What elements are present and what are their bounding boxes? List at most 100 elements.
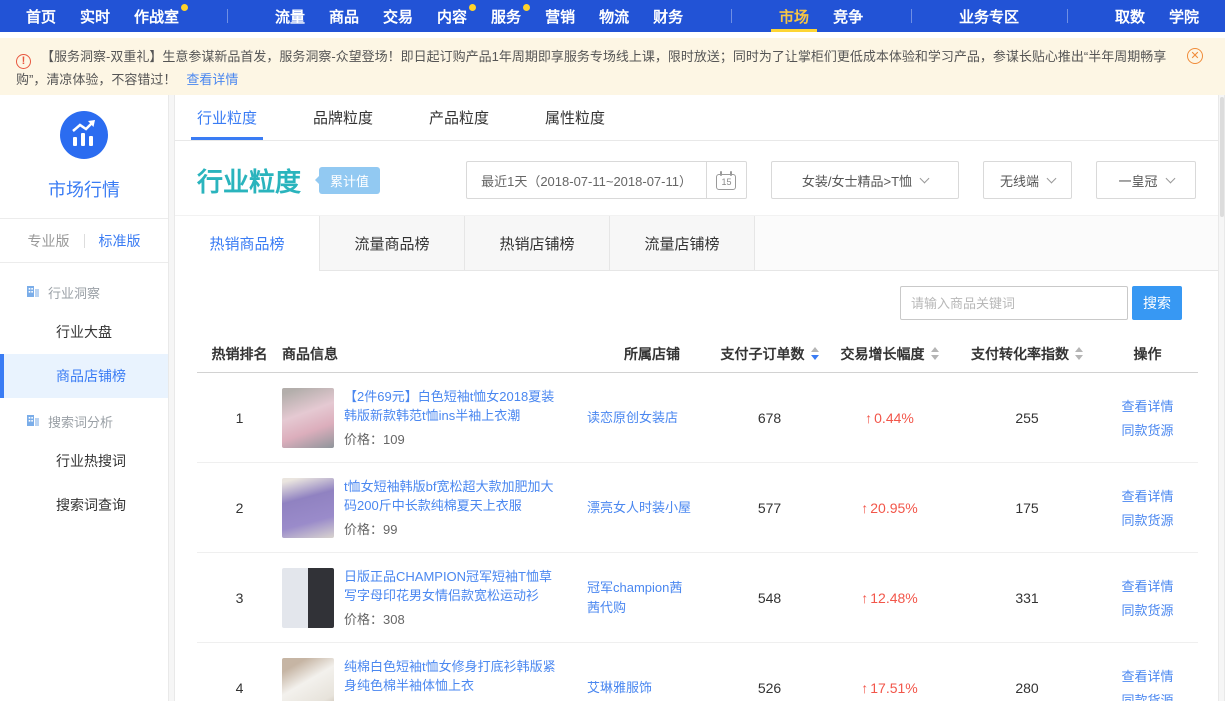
subtab-热销商品榜[interactable]: 热销商品榜 [175, 216, 320, 270]
nav-divider [227, 9, 228, 23]
column-header-action: 操作 [1097, 344, 1198, 364]
product-text: 【2件69元】白色短袖t恤女2018夏装韩版新款韩范t恤ins半袖上衣潮价格：1… [344, 387, 587, 448]
product-title-link[interactable]: 日版正品CHAMPION冠军短袖T恤草写字母印花男女情侣款宽松运动衫 [344, 567, 561, 605]
nav-item-商品[interactable]: 商品 [317, 0, 371, 32]
sort-icon[interactable] [1075, 347, 1083, 360]
product-image[interactable] [282, 388, 334, 448]
same-supply-link[interactable]: 同款货源 [1121, 600, 1173, 619]
shop-link[interactable]: 漂亮女人时装小屋 [587, 498, 717, 518]
date-range-label: 最近1天（2018-07-11~2018-07-11） [467, 162, 706, 198]
nav-item-营销[interactable]: 营销 [533, 0, 587, 32]
sidebar-item-行业热搜词[interactable]: 行业热搜词 [0, 439, 168, 483]
sort-icon[interactable] [931, 347, 939, 360]
subtab-流量商品榜[interactable]: 流量商品榜 [320, 216, 465, 270]
view-detail-link[interactable]: 查看详情 [1121, 486, 1173, 505]
column-header-growth[interactable]: 交易增长幅度 [822, 344, 957, 364]
view-detail-link[interactable]: 查看详情 [1121, 576, 1173, 595]
nav-item-服务[interactable]: 服务 [479, 0, 533, 32]
product-title-link[interactable]: t恤女短袖韩版bf宽松超大款加肥加大码200斤中长款纯棉夏天上衣服 [344, 477, 561, 515]
edition-pro[interactable]: 专业版 [14, 231, 84, 251]
tab-label: 属性粒度 [545, 107, 605, 128]
action-cell: 查看详情同款货源 [1097, 486, 1198, 529]
search-button[interactable]: 搜索 [1132, 286, 1182, 320]
notification-dot [523, 4, 530, 11]
page-scrollbar[interactable] [1218, 95, 1225, 701]
top-nav-groups: 首页实时作战室 流量商品交易内容服务营销物流财务 市场竞争 业务专区 取数学院 [14, 0, 1211, 32]
shop-link[interactable]: 艾琳雅服饰 [587, 678, 717, 698]
edition-switch: 专业版标准版 [0, 219, 168, 263]
seller-level-dropdown[interactable]: 一皇冠 [1096, 161, 1196, 199]
view-detail-link[interactable]: 查看详情 [1121, 396, 1173, 415]
subtab-filler [755, 216, 1218, 270]
menu-section-搜索词分析[interactable]: 搜索词分析 [0, 398, 168, 439]
top-nav: 首页实时作战室 流量商品交易内容服务营销物流财务 市场竞争 业务专区 取数学院 [0, 0, 1225, 32]
edition-standard[interactable]: 标准版 [85, 231, 155, 251]
calendar-button[interactable]: 15 [706, 162, 746, 198]
view-detail-link[interactable]: 查看详情 [1121, 666, 1173, 685]
nav-item-首页[interactable]: 首页 [14, 0, 68, 32]
column-header-orders[interactable]: 支付子订单数 [717, 344, 822, 364]
product-image[interactable] [282, 658, 334, 701]
nav-item-作战室[interactable]: 作战室 [122, 0, 191, 32]
sort-icon[interactable] [811, 347, 819, 360]
conversion-value: 175 [957, 500, 1097, 516]
product-image[interactable] [282, 568, 334, 628]
nav-item-竞争[interactable]: 竞争 [821, 0, 875, 32]
rank-value: 1 [197, 410, 282, 426]
app-title[interactable]: 市场行情 [0, 176, 168, 202]
rank-value: 4 [197, 680, 282, 696]
subtab-流量店铺榜[interactable]: 流量店铺榜 [610, 216, 755, 270]
sidebar-item-搜索词查询[interactable]: 搜索词查询 [0, 483, 168, 527]
granularity-tabs: 行业粒度 品牌粒度 产品粒度 属性粒度 [175, 95, 1218, 141]
sidebar-header: 市场行情 [0, 95, 168, 202]
product-image[interactable] [282, 478, 334, 538]
nav-item-交易[interactable]: 交易 [371, 0, 425, 32]
search-row: 搜索 [175, 271, 1218, 335]
sidebar-scrollbar[interactable] [168, 95, 175, 701]
sidebar-item-行业大盘[interactable]: 行业大盘 [0, 310, 168, 354]
growth-value: ↑17.51% [822, 680, 957, 696]
nav-item-业务专区[interactable]: 业务专区 [947, 0, 1031, 32]
nav-item-取数[interactable]: 取数 [1103, 0, 1157, 32]
menu-section-label: 行业洞察 [48, 283, 100, 302]
conversion-value: 280 [957, 680, 1097, 696]
same-supply-link[interactable]: 同款货源 [1121, 510, 1173, 529]
shop-link[interactable]: 冠军champion茜茜代购 [587, 578, 717, 618]
sidebar-item-商品店铺榜[interactable]: 商品店铺榜 [0, 354, 168, 398]
product-title-link[interactable]: 纯棉白色短袖t恤女修身打底衫韩版紧身纯色棉半袖体恤上衣 [344, 657, 561, 695]
category-dropdown[interactable]: 女装/女士精品>T恤 [771, 161, 959, 199]
tab-label: 品牌粒度 [313, 107, 373, 128]
table-row: 4纯棉白色短袖t恤女修身打底衫韩版紧身纯色棉半袖体恤上衣价格：88艾琳雅服饰52… [197, 643, 1198, 701]
nav-item-内容[interactable]: 内容 [425, 0, 479, 32]
product-price: 价格：308 [344, 609, 561, 628]
product-title-link[interactable]: 【2件69元】白色短袖t恤女2018夏装韩版新款韩范t恤ins半袖上衣潮 [344, 387, 561, 425]
shop-link[interactable]: 读恋原创女装店 [587, 408, 717, 428]
tab-product-granularity[interactable]: 产品粒度 [429, 95, 489, 140]
tab-label: 行业粒度 [197, 107, 257, 128]
nav-item-物流[interactable]: 物流 [587, 0, 641, 32]
nav-item-流量[interactable]: 流量 [263, 0, 317, 32]
scrollbar-thumb[interactable] [1220, 97, 1224, 217]
nav-item-市场[interactable]: 市场 [767, 0, 821, 32]
building-icon [26, 414, 40, 430]
nav-item-学院[interactable]: 学院 [1157, 0, 1211, 32]
search-input[interactable] [900, 286, 1128, 320]
nav-item-实时[interactable]: 实时 [68, 0, 122, 32]
notice-detail-link[interactable]: 查看详情 [186, 72, 238, 87]
terminal-dropdown[interactable]: 无线端 [983, 161, 1072, 199]
tab-brand-granularity[interactable]: 品牌粒度 [313, 95, 373, 140]
same-supply-link[interactable]: 同款货源 [1121, 420, 1173, 439]
nav-item-财务[interactable]: 财务 [641, 0, 695, 32]
column-header-conversion[interactable]: 支付转化率指数 [957, 344, 1097, 364]
nav-group: 市场竞争 [767, 0, 875, 32]
product-cell: 日版正品CHAMPION冠军短袖T恤草写字母印花男女情侣款宽松运动衫价格：308 [282, 567, 587, 628]
product-price: 价格：99 [344, 519, 561, 538]
close-icon[interactable]: ✕ [1187, 48, 1203, 64]
tab-attribute-granularity[interactable]: 属性粒度 [545, 95, 605, 140]
tab-industry-granularity[interactable]: 行业粒度 [197, 95, 257, 140]
subtab-热销店铺榜[interactable]: 热销店铺榜 [465, 216, 610, 270]
nav-group: 流量商品交易内容服务营销物流财务 [263, 0, 695, 32]
menu-section-行业洞察[interactable]: 行业洞察 [0, 269, 168, 310]
same-supply-link[interactable]: 同款货源 [1121, 690, 1173, 701]
date-range-picker[interactable]: 最近1天（2018-07-11~2018-07-11） 15 [466, 161, 747, 199]
